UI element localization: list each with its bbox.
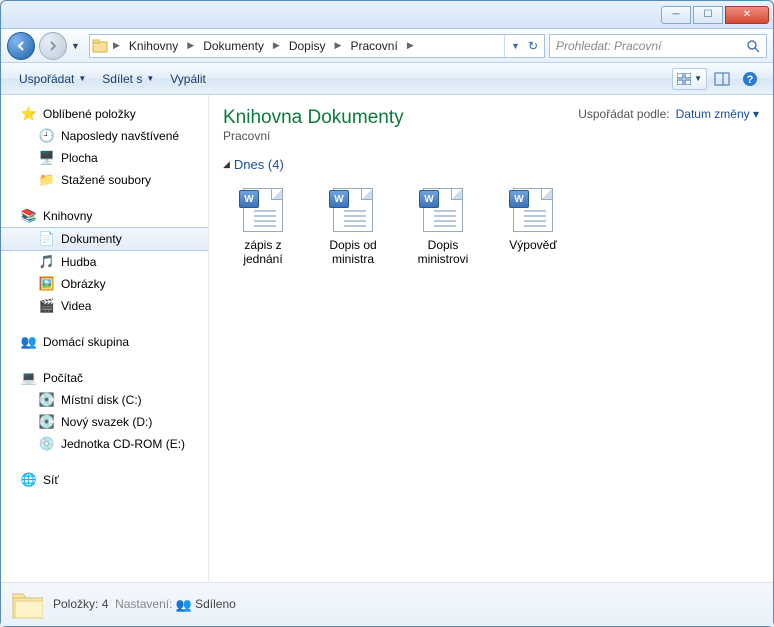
star-icon: ⭐ (21, 106, 37, 122)
view-mode-button[interactable]: ▼ (672, 68, 707, 90)
chevron-right-icon[interactable]: ▶ (404, 40, 417, 51)
preview-pane-button[interactable] (709, 68, 735, 90)
group-header[interactable]: ◢Dnes (4) (223, 153, 759, 176)
network-group[interactable]: 🌐Síť (1, 469, 208, 491)
address-bar[interactable]: ▶ Knihovny ▶ Dokumenty ▶ Dopisy ▶ Pracov… (89, 34, 545, 58)
people-icon: 👥 (176, 597, 192, 613)
share-button[interactable]: Sdílet s▼ (94, 68, 162, 90)
sidebar-item-recent[interactable]: 🕘Naposledy navštívené (1, 125, 208, 147)
sidebar-item-drive-cdrom[interactable]: 💿Jednotka CD-ROM (E:) (1, 433, 208, 455)
word-document-icon: W (329, 186, 377, 234)
explorer-window: ─ ☐ ✕ ▼ ▶ Knihovny ▶ Dokumenty ▶ Dopisy … (0, 0, 774, 627)
file-item[interactable]: W Dopis od ministra (313, 182, 393, 270)
favorites-group[interactable]: ⭐Oblíbené položky (1, 103, 208, 125)
pictures-icon: 🖼️ (39, 276, 55, 292)
cdrom-icon: 💿 (39, 436, 55, 452)
svg-text:?: ? (747, 74, 754, 86)
network-icon: 🌐 (21, 472, 37, 488)
dropdown-icon[interactable]: ▼ (511, 41, 520, 51)
word-document-icon: W (509, 186, 557, 234)
minimize-button[interactable]: ─ (661, 6, 691, 24)
refresh-icon[interactable]: ↻ (528, 39, 538, 53)
chevron-down-icon: ▼ (694, 74, 702, 83)
folder-icon (11, 589, 43, 621)
computer-icon: 💻 (21, 370, 37, 386)
help-button[interactable]: ? (737, 68, 763, 90)
settings-label: Nastavení: (115, 597, 172, 611)
details-pane: Položky: 4 Nastavení: 👥 Sdíleno (1, 582, 773, 626)
chevron-down-icon: ▼ (146, 74, 154, 83)
library-subtitle: Pracovní (223, 129, 404, 143)
document-icon: 📄 (39, 231, 55, 247)
file-item[interactable]: W Dopis ministrovi (403, 182, 483, 270)
content-pane: Knihovna Dokumenty Pracovní Uspořádat po… (209, 95, 773, 582)
word-document-icon: W (239, 186, 287, 234)
breadcrumb-segment[interactable]: Dokumenty (197, 35, 270, 57)
file-item[interactable]: W zápis z jednání (223, 182, 303, 270)
library-title: Knihovna Dokumenty (223, 107, 404, 129)
recent-icon: 🕘 (39, 128, 55, 144)
sidebar-item-music[interactable]: 🎵Hudba (1, 251, 208, 273)
folder-icon (90, 39, 110, 53)
navigation-bar: ▼ ▶ Knihovny ▶ Dokumenty ▶ Dopisy ▶ Prac… (1, 29, 773, 63)
search-icon[interactable] (746, 39, 760, 53)
sidebar-item-drive-c[interactable]: 💽Místní disk (C:) (1, 389, 208, 411)
music-icon: 🎵 (39, 254, 55, 270)
videos-icon: 🎬 (39, 298, 55, 314)
sidebar-item-drive-d[interactable]: 💽Nový svazek (D:) (1, 411, 208, 433)
items-count: 4 (102, 597, 109, 611)
file-label: zápis z jednání (227, 238, 299, 266)
chevron-right-icon[interactable]: ▶ (184, 40, 197, 51)
navigation-pane: ⭐Oblíbené položky 🕘Naposledy navštívené … (1, 95, 209, 582)
titlebar[interactable]: ─ ☐ ✕ (1, 1, 773, 29)
homegroup-icon: 👥 (21, 334, 37, 350)
sidebar-item-desktop[interactable]: 🖥️Plocha (1, 147, 208, 169)
drive-icon: 💽 (39, 392, 55, 408)
file-label: Výpověď (509, 238, 556, 252)
maximize-button[interactable]: ☐ (693, 6, 723, 24)
sidebar-item-documents[interactable]: 📄Dokumenty (1, 227, 208, 251)
search-input[interactable]: Prohledat: Pracovní (549, 34, 767, 58)
file-label: Dopis od ministra (317, 238, 389, 266)
drive-icon: 💽 (39, 414, 55, 430)
command-bar: Uspořádat▼ Sdílet s▼ Vypálit ▼ ? (1, 63, 773, 95)
file-label: Dopis ministrovi (407, 238, 479, 266)
breadcrumb-segment[interactable]: Knihovny (123, 35, 184, 57)
sidebar-item-pictures[interactable]: 🖼️Obrázky (1, 273, 208, 295)
word-document-icon: W (419, 186, 467, 234)
libraries-icon: 📚 (21, 208, 37, 224)
organize-button[interactable]: Uspořádat▼ (11, 68, 94, 90)
computer-group[interactable]: 💻Počítač (1, 367, 208, 389)
arrange-by[interactable]: Uspořádat podle: Datum změny ▾ (578, 107, 759, 121)
chevron-right-icon[interactable]: ▶ (110, 40, 123, 51)
file-item[interactable]: W Výpověď (493, 182, 573, 270)
back-button[interactable] (7, 32, 35, 60)
libraries-group[interactable]: 📚Knihovny (1, 205, 208, 227)
settings-value: Sdíleno (195, 597, 236, 611)
file-list: W zápis z jednání W Dopis od ministra W … (223, 176, 759, 276)
chevron-right-icon[interactable]: ▶ (332, 40, 345, 51)
burn-button[interactable]: Vypálit (162, 68, 214, 90)
chevron-right-icon[interactable]: ▶ (270, 40, 283, 51)
chevron-down-icon: ▼ (78, 74, 86, 83)
desktop-icon: 🖥️ (39, 150, 55, 166)
sidebar-item-videos[interactable]: 🎬Videa (1, 295, 208, 317)
breadcrumb-segment[interactable]: Pracovní (344, 35, 403, 57)
sidebar-item-downloads[interactable]: 📁Stažené soubory (1, 169, 208, 191)
history-dropdown[interactable]: ▼ (71, 41, 85, 51)
breadcrumb-segment[interactable]: Dopisy (283, 35, 332, 57)
homegroup-group[interactable]: 👥Domácí skupina (1, 331, 208, 353)
collapse-icon: ◢ (223, 159, 230, 170)
close-button[interactable]: ✕ (725, 6, 769, 24)
search-placeholder: Prohledat: Pracovní (556, 39, 661, 53)
folder-icon: 📁 (39, 172, 55, 188)
forward-button[interactable] (39, 32, 67, 60)
items-label: Položky: (53, 597, 98, 611)
